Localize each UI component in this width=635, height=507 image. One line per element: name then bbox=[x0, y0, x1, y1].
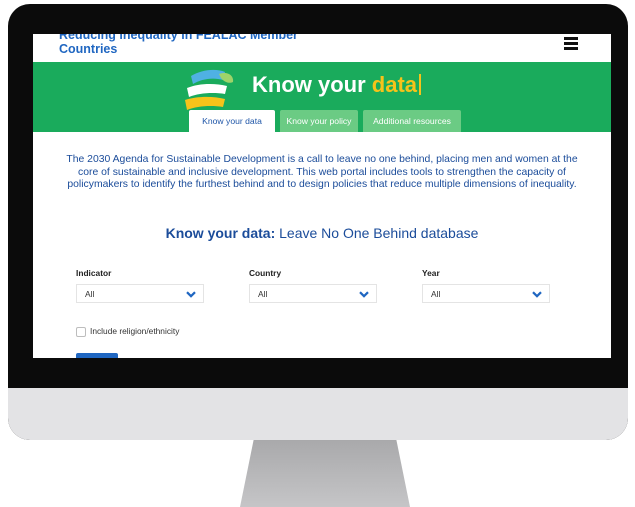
monitor-stand bbox=[240, 440, 410, 507]
site-title[interactable]: Reducing inequality in FEALAC Member Cou… bbox=[59, 34, 319, 56]
tab-additional-resources[interactable]: Additional resources bbox=[363, 110, 461, 132]
tab-know-your-policy[interactable]: Know your policy bbox=[280, 110, 358, 132]
section-heading-rest: Leave No One Behind database bbox=[275, 225, 479, 241]
banner-title-main: Know your bbox=[252, 72, 372, 97]
country-select[interactable]: All bbox=[249, 284, 377, 303]
country-value: All bbox=[258, 289, 268, 299]
section-heading-bold: Know your data: bbox=[165, 225, 276, 241]
tab-know-your-data[interactable]: Know your data bbox=[189, 110, 275, 132]
chevron-down-icon bbox=[359, 291, 369, 298]
indicator-value: All bbox=[85, 289, 95, 299]
menu-icon[interactable] bbox=[564, 37, 578, 50]
intro-paragraph: The 2030 Agenda for Sustainable Developm… bbox=[66, 154, 578, 191]
year-select[interactable]: All bbox=[422, 284, 550, 303]
religion-ethnicity-checkbox[interactable] bbox=[76, 327, 86, 337]
monitor-chin bbox=[8, 388, 628, 440]
indicator-label: Indicator bbox=[76, 268, 112, 278]
banner-title-accent: data bbox=[371, 72, 418, 97]
chevron-down-icon bbox=[186, 291, 196, 298]
year-label: Year bbox=[422, 268, 440, 278]
indicator-select[interactable]: All bbox=[76, 284, 204, 303]
religion-ethnicity-label[interactable]: Include religion/ethnicity bbox=[90, 326, 179, 336]
banner-title: Know your data bbox=[252, 72, 422, 98]
year-value: All bbox=[431, 289, 441, 299]
submit-button[interactable] bbox=[76, 353, 118, 358]
text-cursor bbox=[419, 74, 422, 95]
country-label: Country bbox=[249, 268, 282, 278]
site-header: Reducing inequality in FEALAC Member Cou… bbox=[33, 34, 611, 62]
section-heading: Know your data: Leave No One Behind data… bbox=[33, 225, 611, 241]
monitor-frame: Reducing inequality in FEALAC Member Cou… bbox=[8, 4, 628, 440]
hero-banner: Know your data Know your data Know your … bbox=[33, 62, 611, 132]
chevron-down-icon bbox=[532, 291, 542, 298]
browser-screen: Reducing inequality in FEALAC Member Cou… bbox=[33, 34, 611, 358]
